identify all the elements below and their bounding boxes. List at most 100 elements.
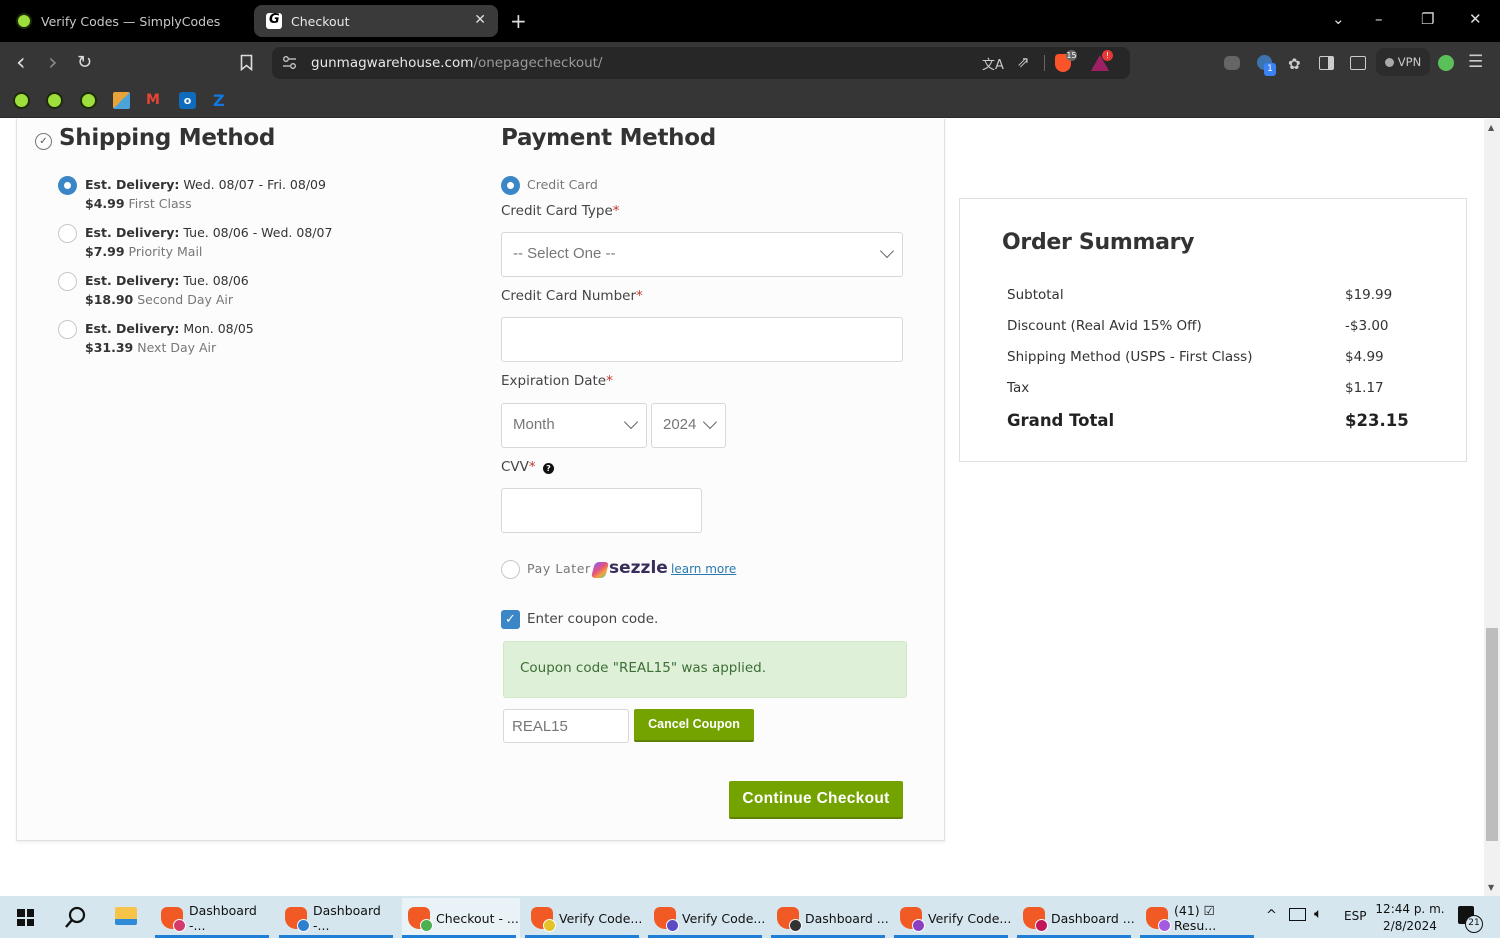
shipping-radio-first-class[interactable]	[58, 176, 77, 195]
label-text: CVV	[501, 459, 529, 475]
required-mark: *	[636, 288, 643, 304]
grand-total-value: $23.15	[1345, 411, 1409, 430]
scroll-down-arrow-icon[interactable]: ▼	[1488, 883, 1494, 892]
tab-checkout[interactable]: Checkout ✕	[254, 5, 498, 37]
learn-more-link[interactable]: learn more	[671, 562, 736, 576]
taskbar-task-button[interactable]: Dashboard ...	[1017, 898, 1135, 938]
profile-badge-icon	[666, 919, 679, 932]
coupon-code-input[interactable]: REAL15	[503, 709, 629, 743]
bookmark-icon[interactable]	[240, 54, 253, 75]
summary-label: Shipping Method (USPS - First Class)	[1007, 349, 1253, 365]
bookmark-zillow-icon[interactable]: Z	[213, 92, 230, 109]
card-type-value: -- Select One --	[513, 245, 616, 262]
translate-icon[interactable]: 文A	[982, 54, 1004, 73]
bookmark-gmail-icon[interactable]: M	[146, 92, 163, 109]
brave-browser-icon	[531, 907, 556, 932]
taskbar-task-button[interactable]: (41) ☑ Resu...	[1140, 898, 1258, 938]
file-explorer-icon[interactable]	[115, 907, 137, 925]
card-number-input[interactable]	[501, 317, 903, 362]
scroll-up-arrow-icon[interactable]: ▲	[1488, 123, 1494, 132]
bookmark-simplycodes-icon[interactable]	[80, 92, 97, 109]
menu-icon[interactable]: ☰	[1468, 52, 1483, 72]
coupon-checkbox-label: Enter coupon code.	[527, 611, 659, 627]
bookmark-simplycodes-icon[interactable]	[13, 92, 30, 109]
bookmark-simplycodes-icon[interactable]	[46, 92, 63, 109]
task-label: Dashboard -...	[189, 903, 257, 933]
shipping-price: $4.99	[85, 196, 125, 211]
clock-date: 2/8/2024	[1383, 919, 1437, 933]
vpn-button[interactable]: VPN	[1376, 48, 1430, 76]
site-settings-icon[interactable]	[282, 55, 297, 74]
leo-ai-icon[interactable]	[1224, 56, 1240, 70]
expiration-year-select[interactable]: 2024	[651, 403, 726, 448]
simplycodes-icon	[16, 13, 32, 29]
taskbar-task-button[interactable]: Checkout - ...	[402, 898, 520, 938]
page-scrollbar[interactable]: ▲ ▼	[1484, 119, 1500, 896]
tab-search-icon[interactable]: ⌄	[1332, 10, 1345, 28]
notification-count-badge: 21	[1465, 915, 1483, 933]
close-window-button[interactable]: ✕	[1469, 10, 1482, 28]
profile-badge-icon	[420, 919, 433, 932]
task-label: Checkout - ...	[436, 910, 519, 926]
scroll-thumb[interactable]	[1486, 628, 1498, 841]
order-summary-title: Order Summary	[1002, 230, 1195, 255]
back-button[interactable]: ‹	[16, 48, 26, 76]
taskbar-task-button[interactable]: Verify Code...	[648, 898, 766, 938]
sidebar-toggle-icon[interactable]	[1319, 56, 1334, 70]
minimize-button[interactable]: –	[1375, 10, 1383, 28]
profile-badge-icon	[912, 919, 925, 932]
network-icon[interactable]	[1289, 908, 1306, 921]
cancel-coupon-button[interactable]: Cancel Coupon	[634, 709, 754, 742]
taskbar-task-button[interactable]: Verify Code...	[894, 898, 1012, 938]
profile-badge-icon	[543, 919, 556, 932]
card-type-select[interactable]: -- Select One --	[501, 232, 903, 277]
shipping-radio-next-day-air[interactable]	[58, 320, 77, 339]
language-indicator[interactable]: ESP	[1344, 909, 1366, 923]
url-text[interactable]: gunmagwarehouse.com/onepagecheckout/	[311, 55, 602, 71]
cvv-help-icon[interactable]: ?	[543, 463, 554, 474]
taskbar-task-button[interactable]: Dashboard ...	[771, 898, 889, 938]
close-tab-icon[interactable]: ✕	[474, 12, 486, 28]
profile-badge-icon	[1158, 919, 1171, 932]
bookmark-outlook-icon[interactable]: o	[179, 92, 196, 109]
bookmark-puzzle-icon[interactable]	[113, 92, 130, 109]
show-hidden-icons[interactable]: ^	[1266, 908, 1277, 923]
cvv-label: CVV*	[501, 459, 536, 475]
reload-button[interactable]: ↻	[77, 52, 92, 73]
taskbar-task-button[interactable]: Verify Code...	[525, 898, 643, 938]
new-tab-button[interactable]: +	[510, 9, 527, 33]
delivery-dates: Tue. 08/06 - Wed. 08/07	[183, 225, 333, 240]
tab-verify-codes[interactable]: Verify Codes — SimplyCodes	[10, 5, 250, 37]
windows-start-icon[interactable]	[17, 909, 34, 926]
coupon-applied-alert: Coupon code "REAL15" was applied.	[503, 641, 907, 698]
taskbar-task-button[interactable]: Dashboard -...	[155, 898, 273, 938]
address-bar[interactable]: gunmagwarehouse.com/onepagecheckout/ 文A …	[272, 47, 1130, 79]
search-icon[interactable]	[64, 905, 88, 933]
shipping-radio-priority-mail[interactable]	[58, 224, 77, 243]
grand-total-label: Grand Total	[1007, 411, 1115, 430]
pay-later-radio[interactable]	[501, 560, 520, 579]
expiration-month-select[interactable]: Month	[501, 403, 647, 448]
share-icon[interactable]: ⇗	[1017, 53, 1030, 71]
extensions-puzzle-icon[interactable]: ✿	[1288, 55, 1301, 73]
continue-checkout-button[interactable]: Continue Checkout	[729, 781, 903, 819]
summary-row: Shipping Method (USPS - First Class) $4.9…	[1007, 349, 1427, 365]
profile-badge-icon	[1035, 919, 1048, 932]
taskbar-task-button[interactable]: Dashboard -...	[279, 898, 397, 938]
wallet-icon[interactable]	[1350, 56, 1366, 70]
coupon-checkbox[interactable]: ✓	[501, 610, 520, 629]
shipping-price: $31.39	[85, 340, 134, 355]
shipping-price: $18.90	[85, 292, 134, 307]
volume-icon[interactable]: 🔈︎	[1314, 906, 1322, 922]
credit-card-radio[interactable]	[501, 176, 520, 195]
restore-button[interactable]: ❐	[1421, 10, 1434, 28]
shipping-option-text: Est. Delivery: Tue. 08/06 $18.90 Second …	[85, 271, 249, 309]
shipping-radio-second-day-air[interactable]	[58, 272, 77, 291]
shipping-option-text: Est. Delivery: Wed. 08/07 - Fri. 08/09 $…	[85, 175, 326, 213]
system-clock[interactable]: 12:44 p. m. 2/8/2024	[1372, 901, 1448, 935]
forward-button[interactable]: ›	[48, 48, 58, 76]
rewards-badge: !	[1102, 50, 1113, 61]
cvv-input[interactable]	[501, 488, 702, 533]
profile-avatar[interactable]	[1438, 55, 1454, 71]
shipping-method-title: Shipping Method	[59, 125, 276, 151]
